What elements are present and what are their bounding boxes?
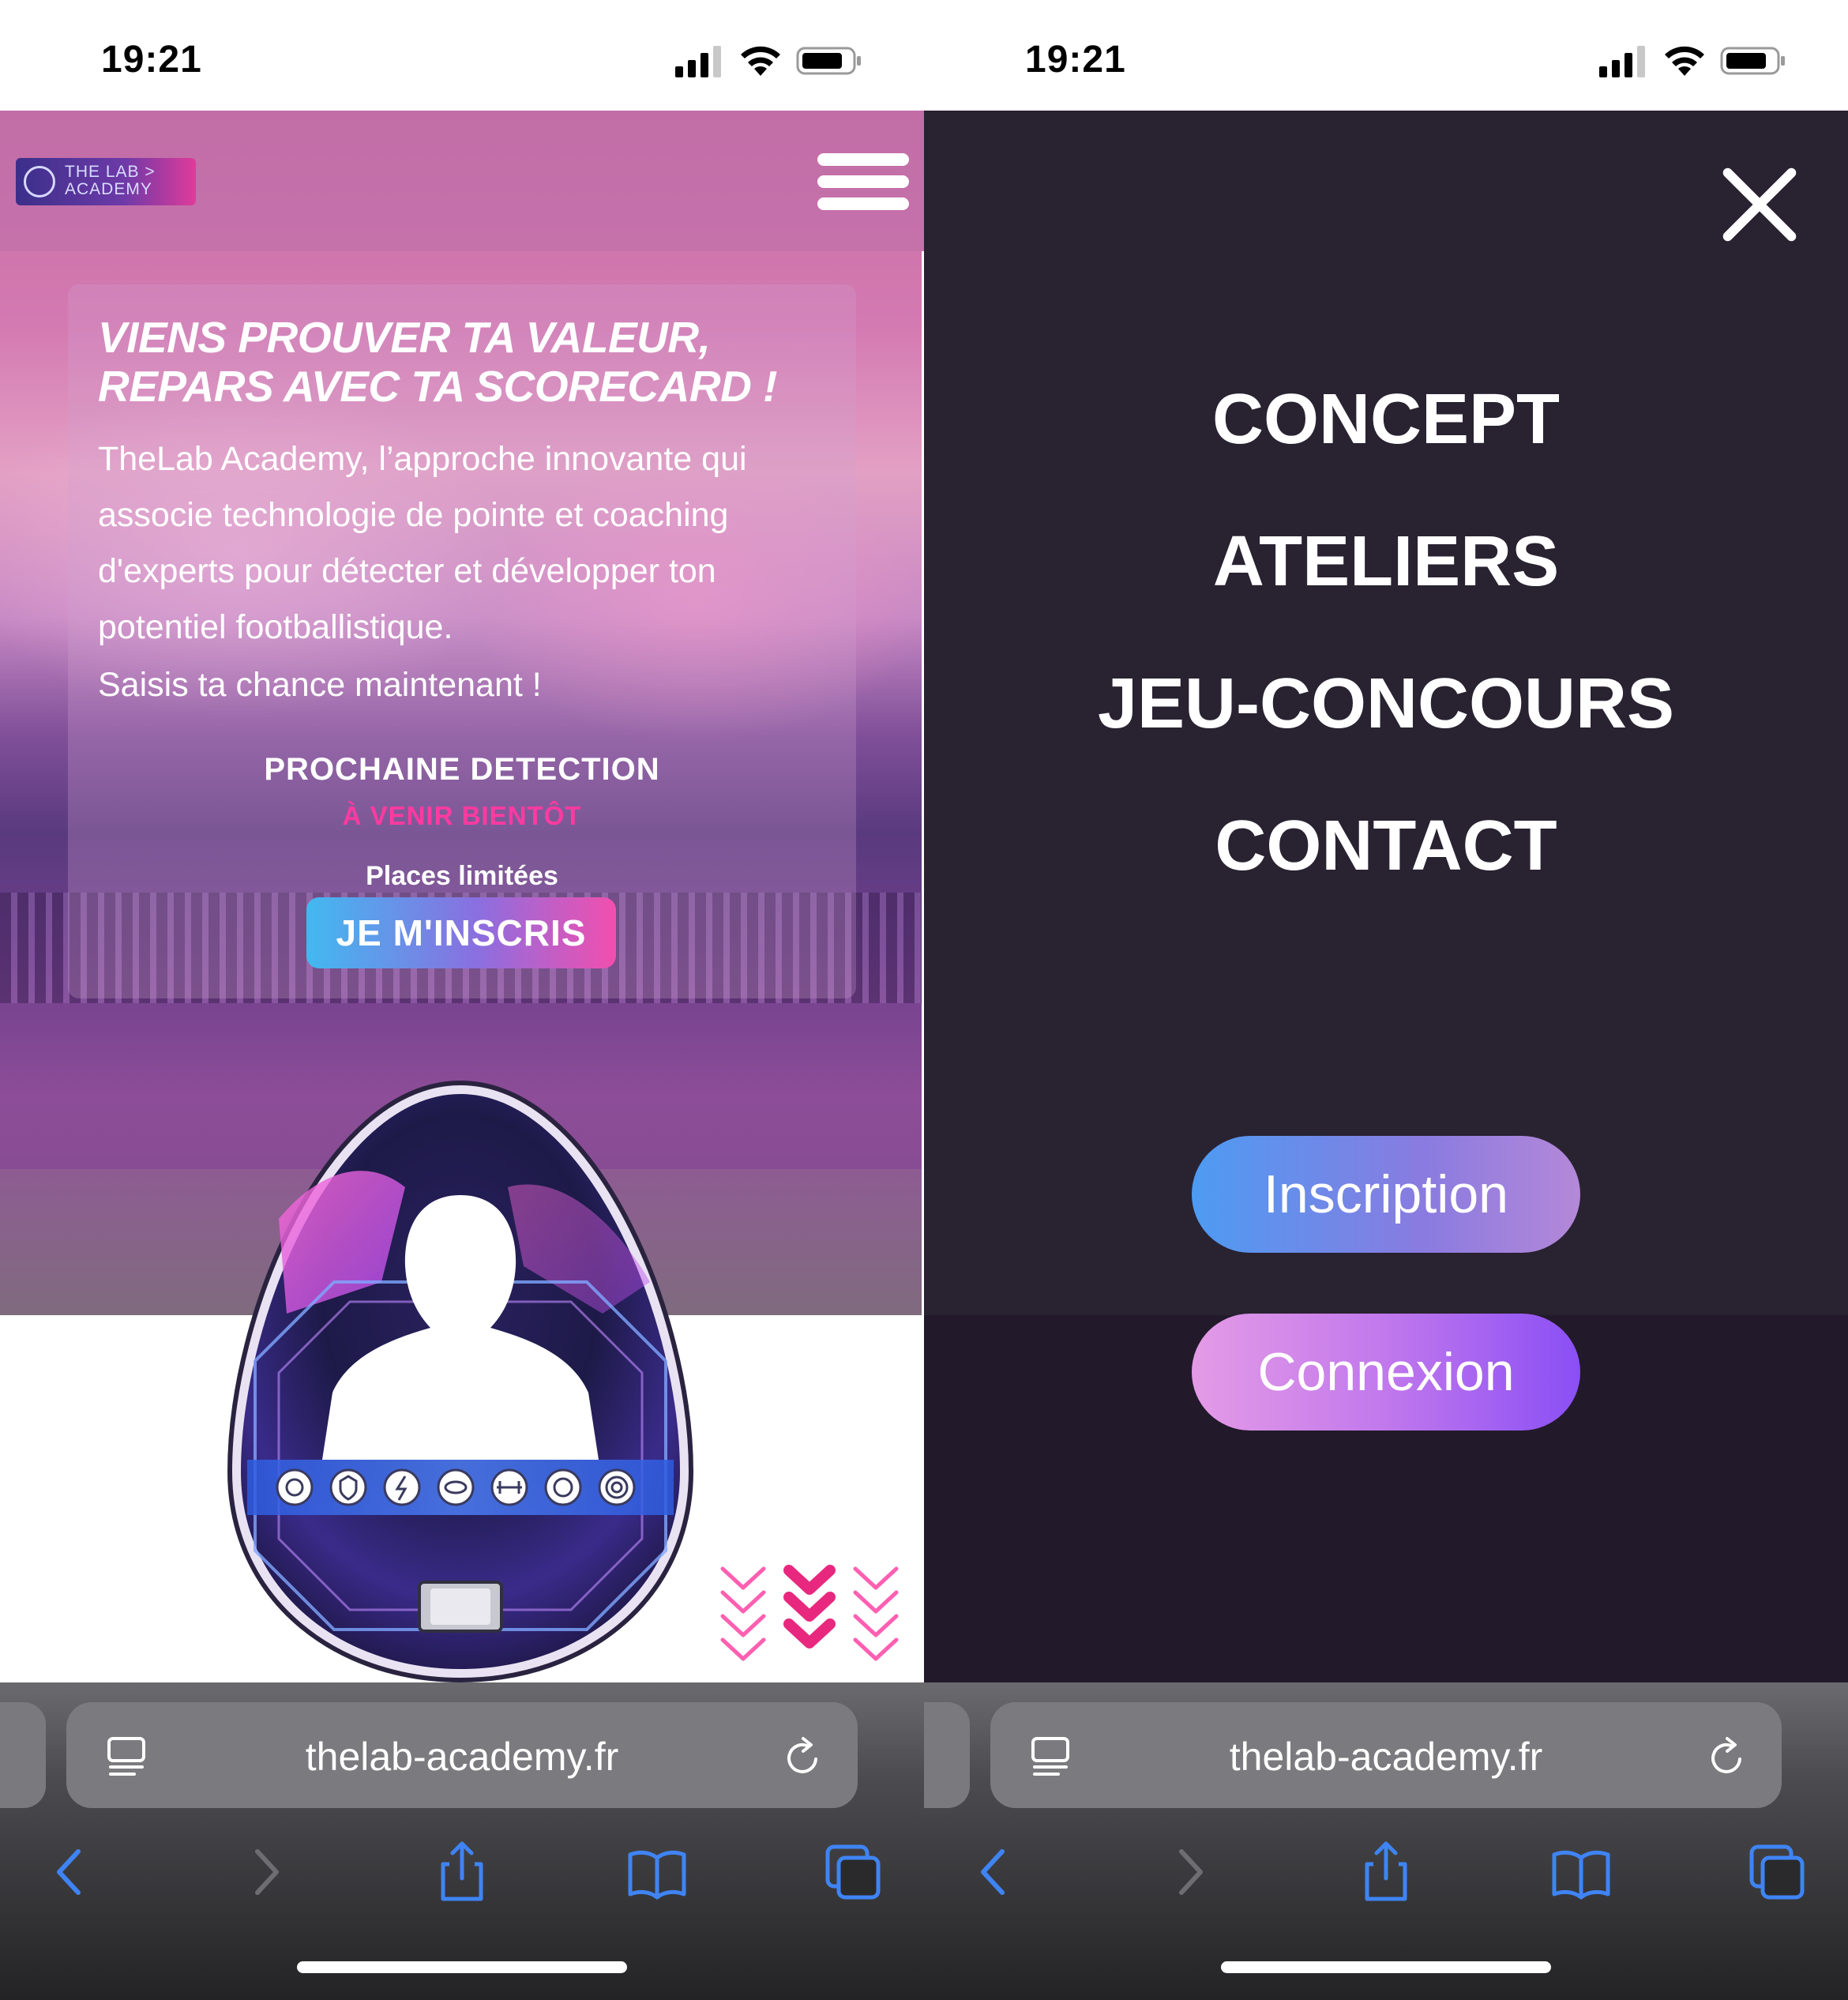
status-time: 19:21 [1025, 39, 1126, 81]
address-url: thelab-academy.fr [305, 1735, 619, 1779]
menu-item-concept[interactable]: CONCEPT [924, 379, 1848, 461]
status-time: 19:21 [101, 39, 202, 81]
share-icon[interactable] [1354, 1840, 1418, 1904]
tabs-icon[interactable] [1745, 1840, 1809, 1904]
hero-call-to-action-text: Saisis ta chance maintenant ! [98, 666, 542, 704]
forward-icon[interactable] [1159, 1840, 1223, 1904]
status-bar: 19:21 [924, 0, 1848, 111]
hero-description: TheLab Academy, l’approche innovante qui… [98, 440, 747, 646]
menu-item-contact[interactable]: CONTACT [924, 806, 1848, 887]
screenshot-menu-open: 19:21 CONCEPT ATELIERS JEU-CONCOURS CONT… [924, 0, 1848, 2000]
tabs-icon[interactable] [821, 1840, 885, 1904]
cellular-signal-icon [675, 46, 721, 77]
places-limited-text: Places limitées [366, 861, 558, 891]
browser-nav-bar [924, 1833, 1848, 1912]
inscription-button[interactable]: Inscription [1192, 1136, 1580, 1253]
menu-overlay: CONCEPT ATELIERS JEU-CONCOURS CONTACT In… [924, 111, 1848, 1682]
address-url: thelab-academy.fr [1229, 1735, 1543, 1779]
bookmarks-icon[interactable] [625, 1840, 689, 1904]
reload-icon[interactable] [781, 1735, 825, 1780]
battery-icon [1720, 47, 1785, 75]
back-icon[interactable] [37, 1840, 100, 1904]
cellular-signal-icon [1599, 46, 1645, 77]
connexion-button[interactable]: Connexion [1192, 1314, 1580, 1430]
battery-icon [796, 47, 861, 75]
next-detection-label: PROCHAINE DETECTION [264, 752, 660, 787]
previous-tab-preview[interactable] [0, 1702, 46, 1808]
address-bar[interactable]: thelab-academy.fr [66, 1702, 858, 1808]
menu-item-ateliers[interactable]: ATELIERS [924, 521, 1848, 603]
logo-text-line2: ACADEMY [65, 180, 152, 198]
close-icon[interactable] [1714, 160, 1801, 246]
scorecard-egg-illustration [227, 1080, 694, 1683]
home-indicator [1221, 1961, 1551, 1973]
menu-item-jeu-concours[interactable]: JEU-CONCOURS [924, 664, 1848, 745]
register-button[interactable]: JE M'INSCRIS [306, 897, 616, 968]
wifi-icon [741, 46, 780, 76]
site-logo[interactable]: THE LAB > ACADEMY [16, 158, 196, 205]
forward-icon[interactable] [235, 1840, 299, 1904]
logo-ring-icon [24, 166, 55, 197]
reload-icon[interactable] [1705, 1735, 1749, 1780]
address-bar[interactable]: thelab-academy.fr [990, 1702, 1782, 1808]
status-bar: 19:21 [0, 0, 924, 111]
home-indicator [297, 1961, 627, 1973]
previous-tab-preview[interactable] [924, 1702, 970, 1808]
next-detection-value: À VENIR BIENTÔT [342, 801, 582, 830]
screenshot-page: 19:21 THE LAB > ACADEMY VIENS PROUVER TA… [0, 0, 924, 2000]
wifi-icon [1665, 46, 1704, 76]
hero-headline: VIENS PROUVER TA VALEUR, REPARS AVEC TA … [98, 313, 777, 411]
hero-card: VIENS PROUVER TA VALEUR, REPARS AVEC TA … [68, 284, 856, 998]
back-icon[interactable] [961, 1840, 1024, 1904]
browser-nav-bar [0, 1833, 924, 1912]
logo-text-line1: THE LAB > [65, 163, 156, 181]
bookmarks-icon[interactable] [1549, 1840, 1613, 1904]
scroll-down-chevrons-icon[interactable] [715, 1562, 904, 1661]
share-icon[interactable] [430, 1840, 494, 1904]
hamburger-menu-icon[interactable] [817, 150, 911, 213]
